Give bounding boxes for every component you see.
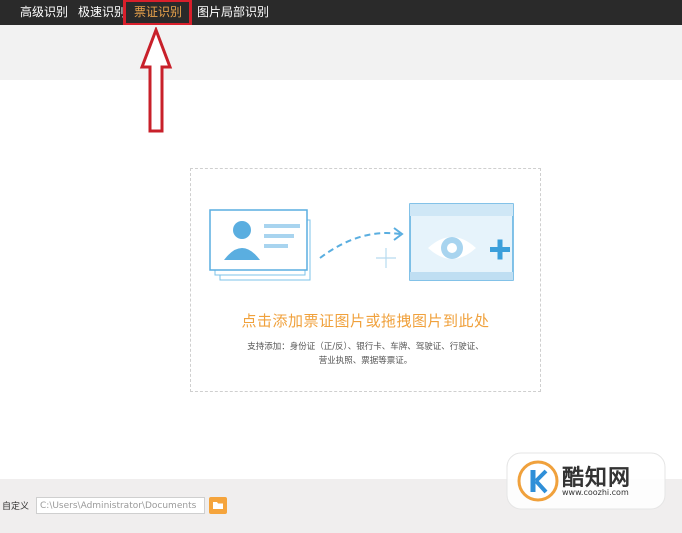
drop-zone-description-line1: 支持添加：身份证（正/反）、银行卡、车牌、驾驶证、行驶证、 xyxy=(247,342,484,352)
drop-zone-description: 支持添加：身份证（正/反）、银行卡、车牌、驾驶证、行驶证、 营业执照、票据等票证… xyxy=(190,340,541,368)
drop-zone-title: 点击添加票证图片或拖拽图片到此处 xyxy=(241,312,490,330)
output-path-label: 自定义 xyxy=(2,502,30,512)
watermark-k-icon xyxy=(517,460,559,502)
top-tab-bar: 高级识别 极速识别 票证识别 图片局部识别 xyxy=(0,0,682,25)
drop-zone-description-line2: 营业执照、票据等票证。 xyxy=(318,356,413,366)
tab-advanced-recognition[interactable]: 高级识别 xyxy=(20,0,68,25)
drop-illustration xyxy=(209,203,514,281)
move-cursor-icon xyxy=(376,248,396,268)
output-path-input[interactable] xyxy=(36,497,205,514)
watermark-url: www.coozhi.com xyxy=(562,488,629,497)
browse-folder-button[interactable] xyxy=(209,497,227,514)
tab-image-partial-recognition[interactable]: 图片局部识别 xyxy=(197,0,269,25)
up-arrow-annotation-icon xyxy=(139,27,173,133)
preview-eye-icon xyxy=(409,203,514,281)
folder-icon xyxy=(213,502,223,509)
tab-fast-recognition[interactable]: 极速识别 xyxy=(78,0,126,25)
toolbar-area xyxy=(0,25,682,80)
id-card-icon xyxy=(209,209,311,281)
active-tab-highlight-box xyxy=(123,0,192,26)
